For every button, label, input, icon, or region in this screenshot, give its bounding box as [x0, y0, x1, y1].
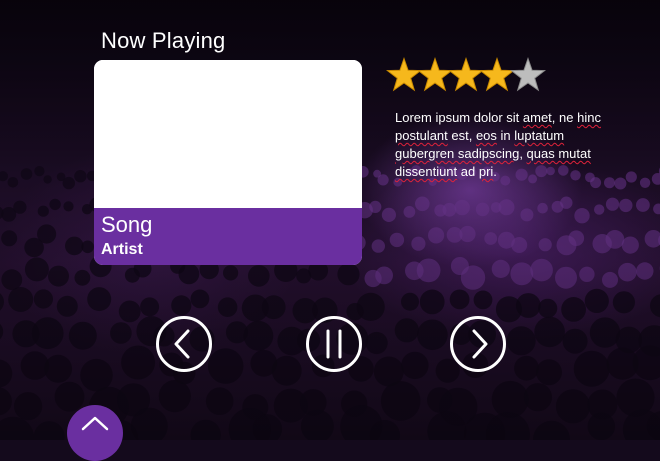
star-filled-icon[interactable] — [387, 59, 420, 91]
now-playing-card: Song Artist — [94, 60, 362, 265]
star-empty-icon[interactable] — [511, 59, 544, 91]
previous-button[interactable] — [155, 315, 213, 373]
song-title: Song — [101, 212, 152, 238]
description-text: . — [493, 164, 497, 179]
star-filled-icon[interactable] — [449, 59, 482, 91]
pause-icon — [305, 315, 363, 373]
expand-button[interactable] — [67, 405, 123, 461]
chevron-right-icon — [449, 315, 507, 373]
chevron-left-icon — [155, 315, 213, 373]
track-description: Lorem ipsum dolor sit amet, ne hinc post… — [395, 109, 605, 181]
flagged-word: amet — [523, 110, 552, 125]
description-text: est, — [448, 128, 476, 143]
description-text: ad — [457, 164, 479, 179]
description-text: , ne — [552, 110, 577, 125]
description-text: in — [497, 128, 514, 143]
track-info: Song Artist — [94, 208, 362, 265]
star-filled-icon[interactable] — [480, 59, 513, 91]
description-text: , — [519, 146, 526, 161]
flagged-word: pri — [479, 164, 493, 179]
star-rating[interactable] — [386, 56, 551, 94]
album-art — [94, 60, 362, 208]
flagged-word: eos — [476, 128, 497, 143]
chevron-up-icon — [81, 415, 109, 431]
description-text: Lorem ipsum dolor sit — [395, 110, 523, 125]
artist-name: Artist — [101, 241, 143, 259]
now-playing-title: Now Playing — [101, 28, 225, 54]
star-filled-icon[interactable] — [418, 59, 451, 91]
pause-button[interactable] — [305, 315, 363, 373]
next-button[interactable] — [449, 315, 507, 373]
